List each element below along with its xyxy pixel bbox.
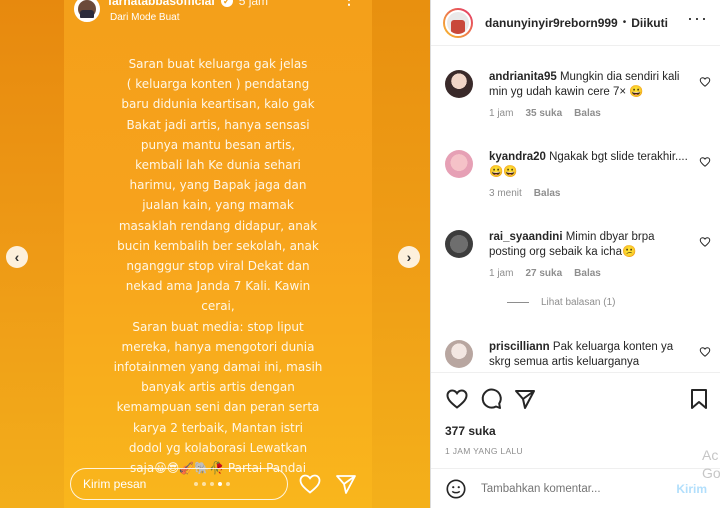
story-progress-dots <box>194 482 230 486</box>
story-text-line: mereka, hanya mengotori dunia <box>121 339 315 354</box>
separator-dot: • <box>622 17 627 28</box>
comment-time: 1 jam <box>489 268 514 279</box>
commenter-avatar[interactable] <box>445 230 473 258</box>
post-comment-button[interactable]: Kirim <box>676 482 707 496</box>
comment-username[interactable]: kyandra20 <box>489 151 546 163</box>
comment-item: andrianita95 Mungkin dia sendiri kali mi… <box>431 70 720 119</box>
story-reply-box: Kirim pesan <box>70 468 288 500</box>
comment-item: rai_syaandini Mimin dbyar brpa posting o… <box>431 230 720 308</box>
story-text-line: ( keluarga konten ) pendatang <box>126 77 310 92</box>
comment-item: priscilliann Pak keluarga konten ya skrg… <box>431 340 720 370</box>
post-actions <box>431 372 720 424</box>
story-text-line: Saran buat keluarga gak jelas <box>128 57 308 71</box>
story-more-icon: ⋮ <box>342 0 356 6</box>
story-text-line: karya 2 terbaik, Mantan istri <box>133 420 303 435</box>
comments-list: andrianita95 Mungkin dia sendiri kali mi… <box>431 56 720 370</box>
media-area: farhatabbasofficial ✓ 5 jam Dari Mode Bu… <box>0 0 430 508</box>
reply-button[interactable]: Balas <box>574 108 601 119</box>
comment-like-icon[interactable] <box>699 76 711 88</box>
commenter-avatar[interactable] <box>445 340 473 368</box>
view-replies-label: Lihat balasan (1) <box>541 297 616 308</box>
comments-panel: danunyinyir9reborn999 • Diikuti ··· andr… <box>430 0 720 508</box>
progress-dot <box>226 482 230 486</box>
post-timestamp: 1 JAM YANG LALU <box>445 446 523 456</box>
comment-item: kyandra20 Ngakak bgt slide terakhir....😀… <box>431 150 720 199</box>
story-text-line: Bakat jadi artis, hanya sensasi <box>126 117 310 132</box>
like-icon[interactable] <box>445 387 469 411</box>
comment-input[interactable] <box>481 482 661 495</box>
comment-like-icon[interactable] <box>699 236 711 248</box>
story-text-line: Saran buat media: stop liput <box>132 319 304 334</box>
story-text-line: dodol yg kolaborasi Lewatkan <box>128 440 308 455</box>
comment-likes[interactable]: 27 suka <box>525 268 562 279</box>
reply-button[interactable]: Balas <box>574 268 601 279</box>
comment-icon[interactable] <box>479 387 503 411</box>
story-text-line: kemampuan seni dan peran serta <box>116 400 320 415</box>
verified-badge-icon: ✓ <box>220 0 233 7</box>
story-text-line: jualan kain, yang mamak <box>142 198 294 213</box>
story-text-line: masaklah rendang didapur, anak <box>118 218 318 233</box>
more-options-icon[interactable]: ··· <box>687 9 708 27</box>
story-text-line: bucin kembalih ber sekolah, anak <box>117 238 319 253</box>
add-comment-bar: Kirim <box>431 468 720 508</box>
story-time: 5 jam <box>238 0 269 8</box>
story-header: farhatabbasofficial ✓ 5 jam Dari Mode Bu… <box>74 0 268 23</box>
story-text-line: baru didunia keartisan, kalo gak <box>121 97 315 112</box>
likes-count[interactable]: 377 suka <box>445 424 496 438</box>
comment-like-icon[interactable] <box>699 346 711 358</box>
story-text-line: kembali lah Ke dunia sehari <box>135 158 301 173</box>
commenter-avatar[interactable] <box>445 150 473 178</box>
story-text-line: harimu, yang Bapak jaga dan <box>129 178 307 193</box>
story-heart-icon <box>299 474 321 494</box>
story-text: Saran buat keluarga gak jelas ( keluarga … <box>64 54 372 478</box>
bookmark-icon[interactable] <box>687 387 711 411</box>
progress-dot <box>202 482 206 486</box>
story-screenshot: farhatabbasofficial ✓ 5 jam Dari Mode Bu… <box>64 0 372 508</box>
comment-time: 1 jam <box>489 108 514 119</box>
story-text-line: cerai, <box>201 299 235 314</box>
story-avatar <box>74 0 100 22</box>
story-text-line: banyak artis artis dengan <box>141 380 295 395</box>
emoji-icon[interactable] <box>445 478 467 500</box>
progress-dot <box>218 482 222 486</box>
story-text-line: punya mantu besan artis, <box>140 137 296 152</box>
story-text-line: infotainmen yang damai ini, masih <box>113 360 323 375</box>
comment-like-icon[interactable] <box>699 156 711 168</box>
next-button[interactable]: › <box>398 246 420 268</box>
reply-button[interactable]: Balas <box>534 188 561 199</box>
comment-username[interactable]: priscilliann <box>489 341 550 353</box>
comment-likes[interactable]: 35 suka <box>525 108 562 119</box>
story-text-line: nekad ama Janda 7 Kali. Kawin <box>125 279 311 294</box>
post-author-avatar[interactable] <box>443 7 473 38</box>
progress-dot <box>194 482 198 486</box>
comment-time: 3 menit <box>489 188 522 199</box>
instagram-post-view: farhatabbasofficial ✓ 5 jam Dari Mode Bu… <box>0 0 720 508</box>
watermark-text: Ac Go <box>702 447 720 481</box>
story-subtitle: Dari Mode Buat <box>110 12 180 23</box>
story-text-line: nganggur stop viral Dekat dan <box>126 259 310 274</box>
story-username: farhatabbasofficial <box>108 0 215 8</box>
following-button[interactable]: Diikuti <box>631 16 668 30</box>
story-footer: Kirim pesan <box>70 468 360 502</box>
story-send-icon <box>336 475 356 494</box>
post-header: danunyinyir9reborn999 • Diikuti ··· <box>431 0 720 46</box>
post-author-username[interactable]: danunyinyir9reborn999 <box>485 16 618 30</box>
progress-dot <box>210 482 214 486</box>
comment-username[interactable]: andrianita95 <box>489 71 557 83</box>
commenter-avatar[interactable] <box>445 70 473 98</box>
view-replies-button[interactable]: Lihat balasan (1) <box>507 297 691 308</box>
share-icon[interactable] <box>513 387 537 411</box>
previous-button[interactable]: ‹ <box>6 246 28 268</box>
comment-username[interactable]: rai_syaandini <box>489 231 563 243</box>
